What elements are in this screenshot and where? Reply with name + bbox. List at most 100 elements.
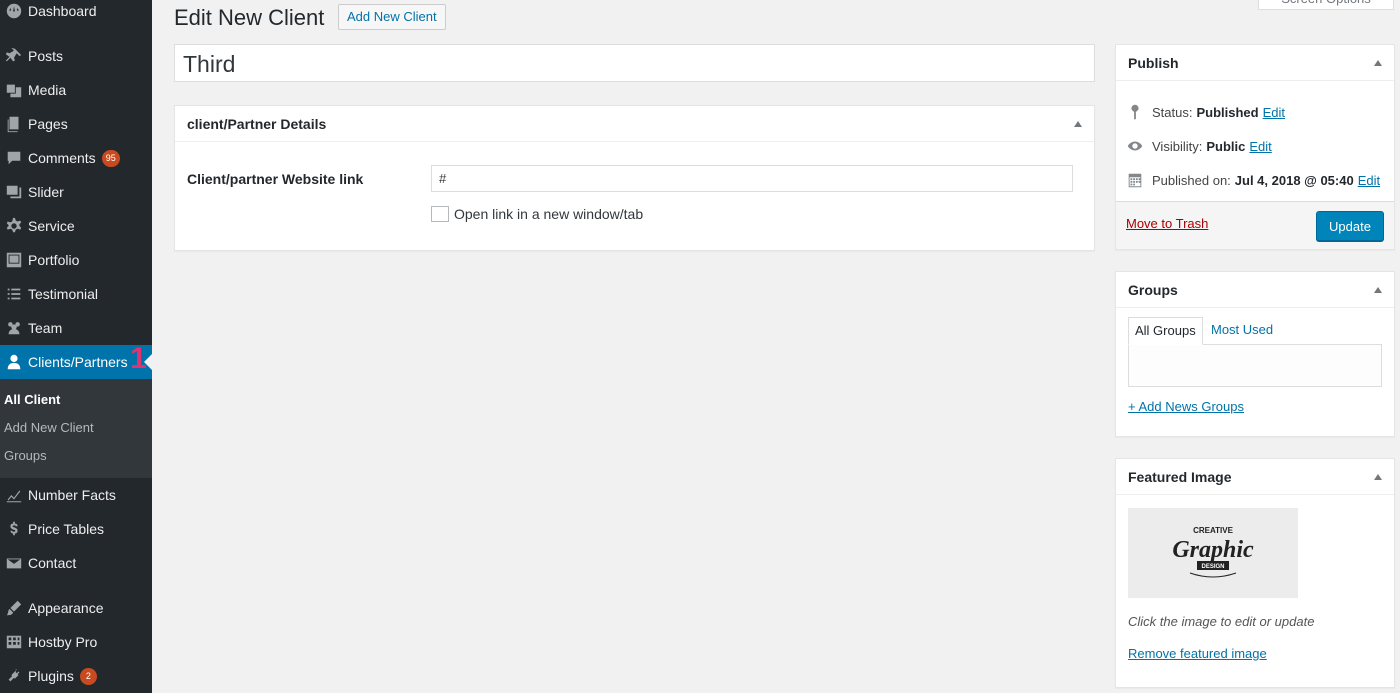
submenu-all-client[interactable]: All Client [4,392,60,407]
status-row: Status: Published Edit [1126,103,1285,121]
groups-box-title: Groups [1128,282,1178,298]
featured-box-header[interactable]: Featured Image [1116,459,1394,495]
featured-box-title: Featured Image [1128,469,1232,485]
menu-number-facts[interactable]: Number Facts [0,478,152,512]
menu-media[interactable]: Media [0,73,152,107]
menu-label: Contact [28,555,77,571]
clients-submenu: All Client Add New Client Groups [0,379,152,478]
menu-label: Testimonial [28,286,99,302]
published-label: Published on: [1152,172,1231,188]
add-new-group-link[interactable]: + Add News Groups [1128,399,1244,414]
grid-icon [0,633,28,651]
menu-label: Comments [28,150,96,166]
details-box-header[interactable]: client/Partner Details [175,106,1094,142]
menu-portfolio[interactable]: Portfolio [0,243,152,277]
menu-dashboard[interactable]: Dashboard [0,0,152,28]
client-details-box: client/Partner Details Client/partner We… [174,105,1095,251]
status-label: Status: [1152,104,1193,120]
groups-icon [0,319,28,337]
status-value: Published [1196,104,1259,120]
move-to-trash-link[interactable]: Move to Trash [1126,216,1208,231]
menu-service[interactable]: Service [0,209,152,243]
chart-icon [0,486,28,504]
website-link-input[interactable]: # [431,165,1073,192]
remove-featured-image-link[interactable]: Remove featured image [1128,646,1267,661]
edit-status-link[interactable]: Edit [1263,105,1285,120]
menu-posts[interactable]: Posts [0,39,152,73]
menu-label: Hostby Pro [28,634,98,650]
eye-icon [1127,141,1143,151]
groups-checklist [1128,344,1382,387]
list-icon [0,285,28,303]
annotation-1: 1 [130,342,147,375]
edit-date-link[interactable]: Edit [1358,173,1380,188]
new-window-label[interactable]: Open link in a new window/tab [454,206,643,222]
website-link-label: Client/partner Website link [187,171,364,187]
menu-slider[interactable]: Slider [0,175,152,209]
menu-label: Service [28,218,75,234]
comments-count-badge: 95 [101,149,120,167]
publish-actions: Move to Trash Update [1116,201,1394,249]
menu-label: Slider [28,184,64,200]
post-title-input[interactable]: Third [174,44,1095,82]
tab-all-groups[interactable]: All Groups [1128,317,1203,345]
publish-box-header[interactable]: Publish [1116,45,1394,81]
menu-label: Price Tables [28,521,105,537]
featured-image-note: Click the image to edit or update [1128,614,1315,629]
calendar-icon [1128,173,1142,188]
menu-appearance[interactable]: Appearance [0,591,152,625]
publish-box: Publish Status: Published Edit Visibilit… [1115,44,1395,250]
published-value: Jul 4, 2018 @ 05:40 [1234,172,1354,188]
submenu-add-new-client[interactable]: Add New Client [4,420,94,435]
new-window-checkbox[interactable] [431,206,449,222]
edit-visibility-link[interactable]: Edit [1249,139,1271,154]
groups-box-header[interactable]: Groups [1116,272,1394,308]
visibility-value: Public [1206,138,1246,154]
dollar-icon [0,520,28,538]
plug-icon [0,667,28,685]
visibility-label: Visibility: [1152,138,1203,154]
slider-icon [0,183,28,201]
logo-arc [1189,572,1237,578]
add-new-client-button[interactable]: Add New Client [338,4,446,30]
menu-team[interactable]: Team [0,311,152,345]
screen-options-button[interactable]: Screen Options [1258,0,1394,10]
menu-hostby-pro[interactable]: Hostby Pro [0,625,152,659]
collapse-arrow-icon[interactable] [1074,121,1082,127]
media-icon [0,81,28,99]
menu-label: Number Facts [28,487,116,503]
publish-box-title: Publish [1128,55,1179,71]
menu-price-tables[interactable]: Price Tables [0,512,152,546]
plugins-count-badge: 2 [79,667,97,685]
email-icon [0,554,28,572]
update-button[interactable]: Update [1316,211,1384,241]
menu-label: Portfolio [28,252,80,268]
menu-label: Dashboard [28,3,97,19]
menu-label: Media [28,82,67,98]
menu-testimonial[interactable]: Testimonial [0,277,152,311]
collapse-arrow-icon[interactable] [1374,60,1382,66]
menu-label: Plugins [28,668,74,684]
menu-label: Appearance [28,600,104,616]
collapse-arrow-icon[interactable] [1374,287,1382,293]
tab-most-used[interactable]: Most Used [1211,317,1273,345]
submenu-groups[interactable]: Groups [4,448,47,463]
pin-icon [1131,104,1139,120]
menu-label: Clients/Partners [28,354,128,370]
menu-label: Posts [28,48,64,64]
details-box-title: client/Partner Details [187,116,327,132]
featured-image-thumbnail[interactable]: CREATIVE Graphic DESIGN [1128,508,1298,598]
published-date-row: Published on: Jul 4, 2018 @ 05:40 Edit [1126,171,1380,189]
portfolio-icon [0,251,28,269]
groups-box: Groups All Groups Most Used + Add News G… [1115,271,1395,437]
menu-label: Pages [28,116,68,132]
logo-top-text: CREATIVE [1193,526,1234,535]
logo-sub-text: DESIGN [1201,564,1224,570]
menu-pages[interactable]: Pages [0,107,152,141]
menu-plugins[interactable]: Plugins 2 [0,659,152,693]
creative-graphic-design-logo: CREATIVE Graphic DESIGN [1172,526,1254,578]
menu-comments[interactable]: Comments 95 [0,141,152,175]
collapse-arrow-icon[interactable] [1374,474,1382,480]
dashboard-icon [0,2,28,20]
menu-contact[interactable]: Contact [0,546,152,580]
